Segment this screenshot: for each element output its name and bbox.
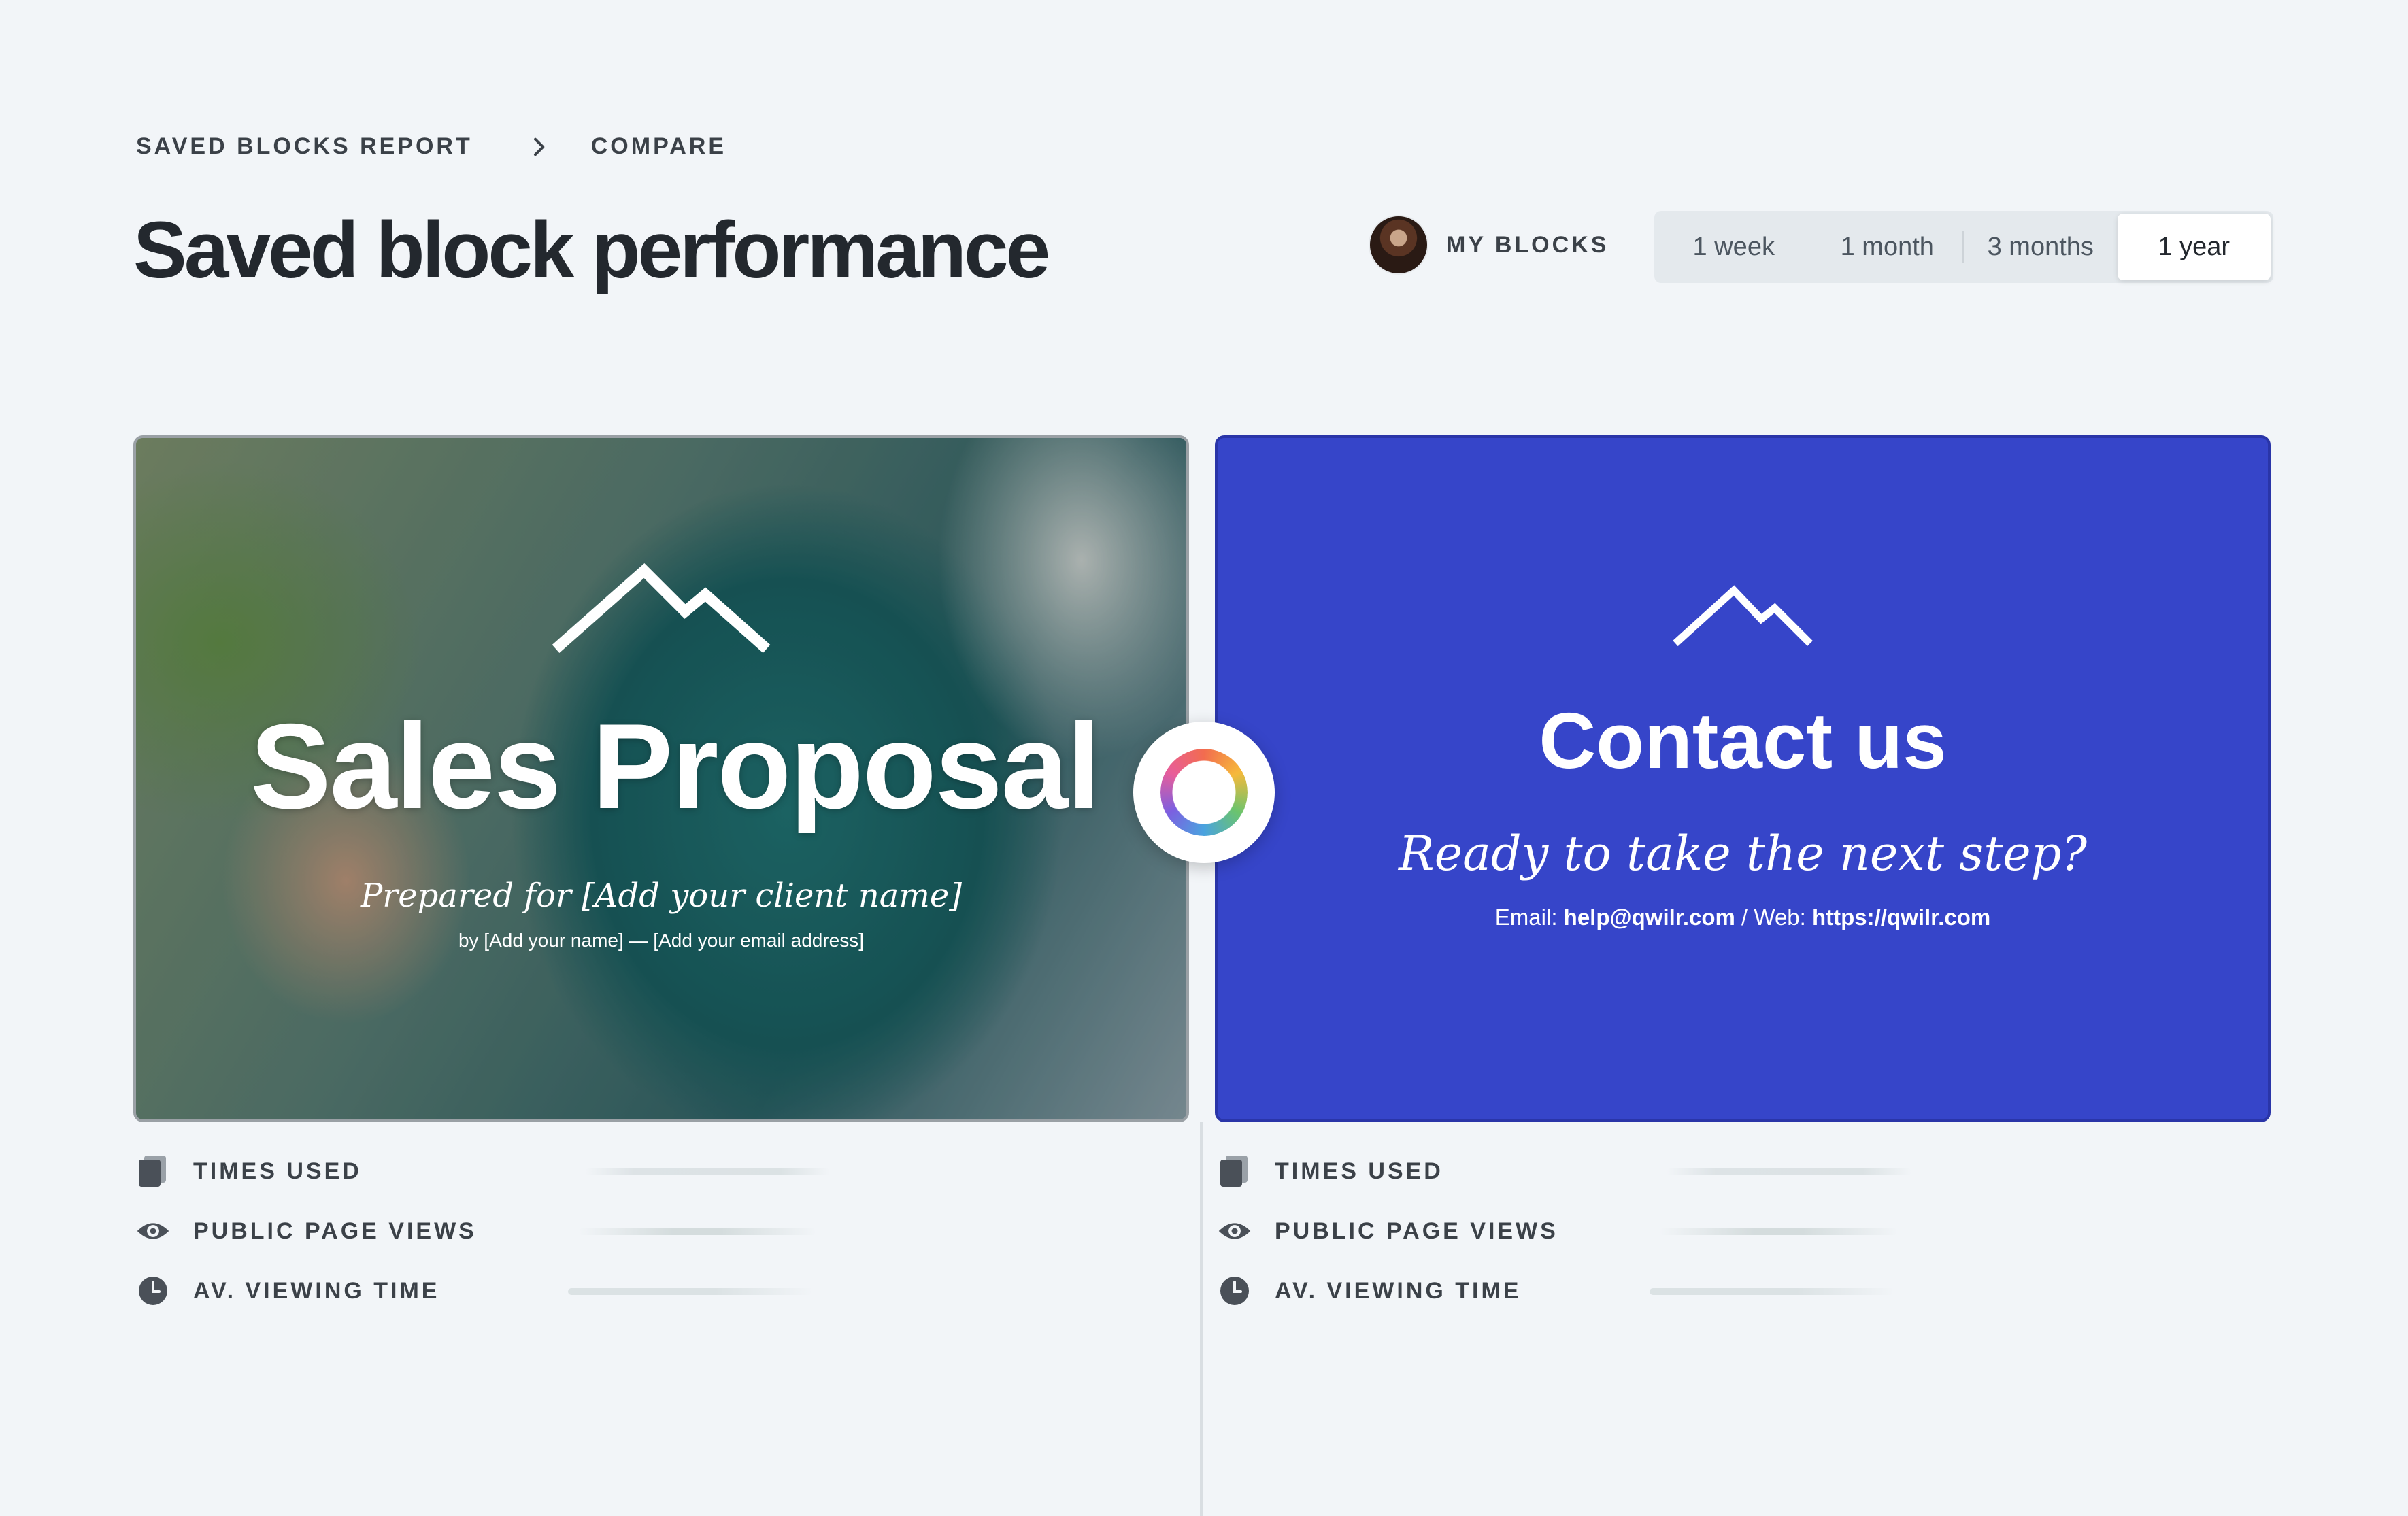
stat-public-page-views: PUBLIC PAGE VIEWS bbox=[136, 1214, 816, 1248]
stat-loading-bar bbox=[578, 1228, 816, 1235]
breadcrumb-saved-blocks-report[interactable]: SAVED BLOCKS REPORT bbox=[136, 133, 473, 160]
block-stats-sales-proposal: TIMES USED PUBLIC PAGE VIEWS AV. VIEWING… bbox=[136, 1154, 830, 1336]
clock-icon bbox=[1218, 1274, 1252, 1308]
stat-label: PUBLIC PAGE VIEWS bbox=[193, 1217, 477, 1244]
block-subtitle: Ready to take the next step? bbox=[1398, 826, 2088, 881]
pages-icon bbox=[136, 1154, 170, 1188]
block-preview: Sales Proposal Prepared for [Add your cl… bbox=[136, 438, 1186, 1119]
email-link[interactable]: help@qwilr.com bbox=[1564, 905, 1735, 930]
stat-label: AV. VIEWING TIME bbox=[193, 1277, 440, 1304]
stat-loading-bar bbox=[585, 1168, 830, 1175]
stat-av-viewing-time: AV. VIEWING TIME bbox=[136, 1274, 813, 1308]
pages-icon bbox=[1218, 1154, 1252, 1188]
stat-loading-bar bbox=[568, 1288, 813, 1295]
clock-icon bbox=[136, 1274, 170, 1308]
period-option-3-months[interactable]: 3 months bbox=[1964, 214, 2118, 280]
stat-label: TIMES USED bbox=[193, 1158, 362, 1184]
block-title: Sales Proposal bbox=[250, 698, 1101, 834]
stat-label: AV. VIEWING TIME bbox=[1275, 1277, 1522, 1304]
divider bbox=[1200, 1122, 1203, 1516]
stat-public-page-views: PUBLIC PAGE VIEWS bbox=[1218, 1214, 1898, 1248]
stat-loading-bar bbox=[1667, 1168, 1911, 1175]
period-selector: 1 week 1 month 3 months 1 year bbox=[1654, 211, 2273, 283]
web-link[interactable]: https://qwilr.com bbox=[1812, 905, 1990, 930]
web-label: Web: bbox=[1754, 905, 1806, 930]
stat-times-used: TIMES USED bbox=[1218, 1154, 1911, 1188]
block-card-sales-proposal[interactable]: Sales Proposal Prepared for [Add your cl… bbox=[133, 435, 1189, 1122]
breadcrumb: SAVED BLOCKS REPORT COMPARE bbox=[136, 133, 726, 160]
eye-icon bbox=[1218, 1214, 1252, 1248]
compare-ring-icon bbox=[1133, 722, 1275, 863]
mountain-icon bbox=[552, 563, 771, 653]
period-option-1-week[interactable]: 1 week bbox=[1657, 214, 1811, 280]
stat-label: PUBLIC PAGE VIEWS bbox=[1275, 1217, 1558, 1244]
period-option-1-year[interactable]: 1 year bbox=[2117, 214, 2271, 280]
stat-av-viewing-time: AV. VIEWING TIME bbox=[1218, 1274, 1894, 1308]
contact-separator: / bbox=[1735, 905, 1754, 930]
period-option-1-month[interactable]: 1 month bbox=[1811, 214, 1964, 280]
avatar bbox=[1369, 215, 1428, 275]
block-subtitle: Prepared for [Add your client name] bbox=[360, 877, 963, 915]
block-title: Contact us bbox=[1539, 696, 1947, 785]
breadcrumb-compare[interactable]: COMPARE bbox=[591, 133, 726, 160]
my-blocks-filter[interactable]: MY BLOCKS bbox=[1369, 215, 1609, 275]
eye-icon bbox=[136, 1214, 170, 1248]
page-title: Saved block performance bbox=[133, 205, 1050, 295]
chevron-right-icon bbox=[533, 137, 544, 156]
stat-label: TIMES USED bbox=[1275, 1158, 1443, 1184]
mountain-icon bbox=[1673, 585, 1813, 647]
block-byline: by [Add your name] — [Add your email add… bbox=[458, 930, 865, 951]
block-stats-contact-us: TIMES USED PUBLIC PAGE VIEWS AV. VIEWING… bbox=[1218, 1154, 1911, 1336]
stat-loading-bar bbox=[1660, 1228, 1898, 1235]
stat-times-used: TIMES USED bbox=[136, 1154, 830, 1188]
email-label: Email: bbox=[1494, 905, 1558, 930]
block-preview: Contact us Ready to take the next step? … bbox=[1218, 438, 2268, 1119]
block-card-contact-us[interactable]: Contact us Ready to take the next step? … bbox=[1215, 435, 2271, 1122]
stat-loading-bar bbox=[1650, 1288, 1894, 1295]
contact-line: Email: help@qwilr.com / Web: https://qwi… bbox=[1495, 905, 1990, 930]
my-blocks-label: MY BLOCKS bbox=[1446, 231, 1609, 258]
